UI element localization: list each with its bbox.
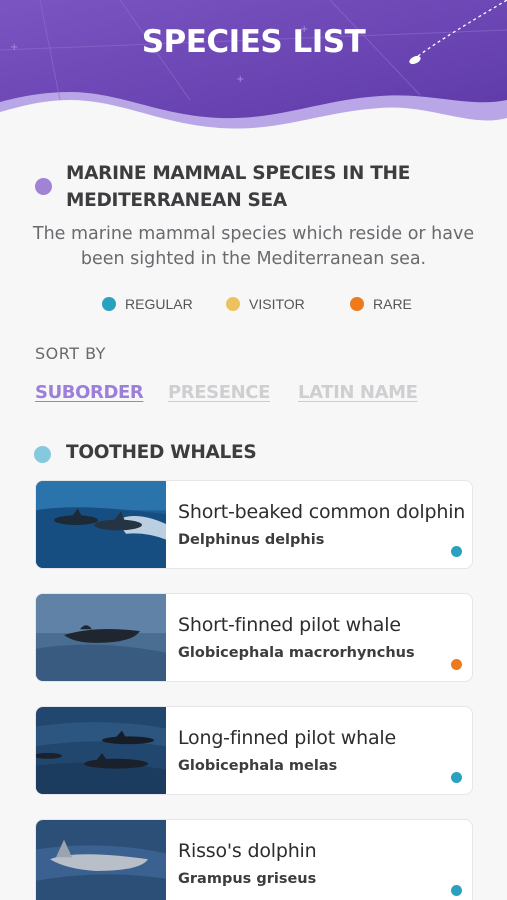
- sort-option-latin-name[interactable]: LATIN NAME: [298, 382, 418, 403]
- svg-text:+: +: [236, 74, 244, 85]
- presence-indicator-dot: [451, 659, 462, 670]
- legend-dot-rare: [350, 297, 364, 311]
- species-latin-name: Delphinus delphis: [178, 532, 325, 548]
- presence-indicator-dot: [451, 885, 462, 896]
- legend-item-rare: RARE: [350, 294, 412, 314]
- intro-bullet-dot: [35, 178, 52, 195]
- sort-option-suborder[interactable]: SUBORDER: [35, 382, 144, 403]
- species-photo-common-dolphin: [36, 481, 166, 568]
- section-bullet-dot: [34, 446, 51, 463]
- species-name: Short-finned pilot whale: [178, 614, 401, 636]
- presence-indicator-dot: [451, 546, 462, 557]
- species-card[interactable]: Short-finned pilot whale Globicephala ma…: [35, 593, 473, 682]
- species-photo-long-finned-pilot-whale: [36, 707, 166, 794]
- legend-label-rare: RARE: [373, 296, 412, 312]
- species-latin-name: Grampus griseus: [178, 871, 317, 887]
- sort-option-presence[interactable]: PRESENCE: [168, 382, 270, 403]
- header-banner: + + + SPECIES LIST: [0, 0, 507, 140]
- species-card[interactable]: Long-finned pilot whale Globicephala mel…: [35, 706, 473, 795]
- species-name: Long-finned pilot whale: [178, 727, 397, 749]
- legend-label-visitor: VISITOR: [249, 296, 305, 312]
- legend-dot-visitor: [226, 297, 240, 311]
- sort-by-label: SORT BY: [35, 344, 106, 363]
- presence-indicator-dot: [451, 772, 462, 783]
- legend-item-regular: REGULAR: [102, 294, 193, 314]
- page-title: SPECIES LIST: [141, 24, 366, 60]
- legend-dot-regular: [102, 297, 116, 311]
- species-photo-rissos-dolphin: [36, 820, 166, 900]
- species-latin-name: Globicephala melas: [178, 758, 338, 774]
- species-latin-name: Globicephala macrorhynchus: [178, 645, 415, 661]
- species-card[interactable]: Risso's dolphin Grampus griseus: [35, 819, 473, 900]
- species-photo-short-finned-pilot-whale: [36, 594, 166, 681]
- legend-label-regular: REGULAR: [125, 296, 193, 312]
- presence-legend: REGULAR VISITOR RARE: [0, 294, 507, 314]
- section-title: TOOTHED WHALES: [66, 442, 257, 463]
- intro-description: The marine mammal species which reside o…: [32, 224, 475, 269]
- legend-item-visitor: VISITOR: [226, 294, 305, 314]
- header-wave-background: + + +: [0, 0, 507, 129]
- species-name: Risso's dolphin: [178, 840, 317, 862]
- species-name: Short-beaked common dolphin: [178, 501, 466, 523]
- species-card[interactable]: Short-beaked common dolphin Delphinus de…: [35, 480, 473, 569]
- intro-title: MARINE MAMMAL SPECIES IN THE MEDITERRANE…: [66, 163, 411, 211]
